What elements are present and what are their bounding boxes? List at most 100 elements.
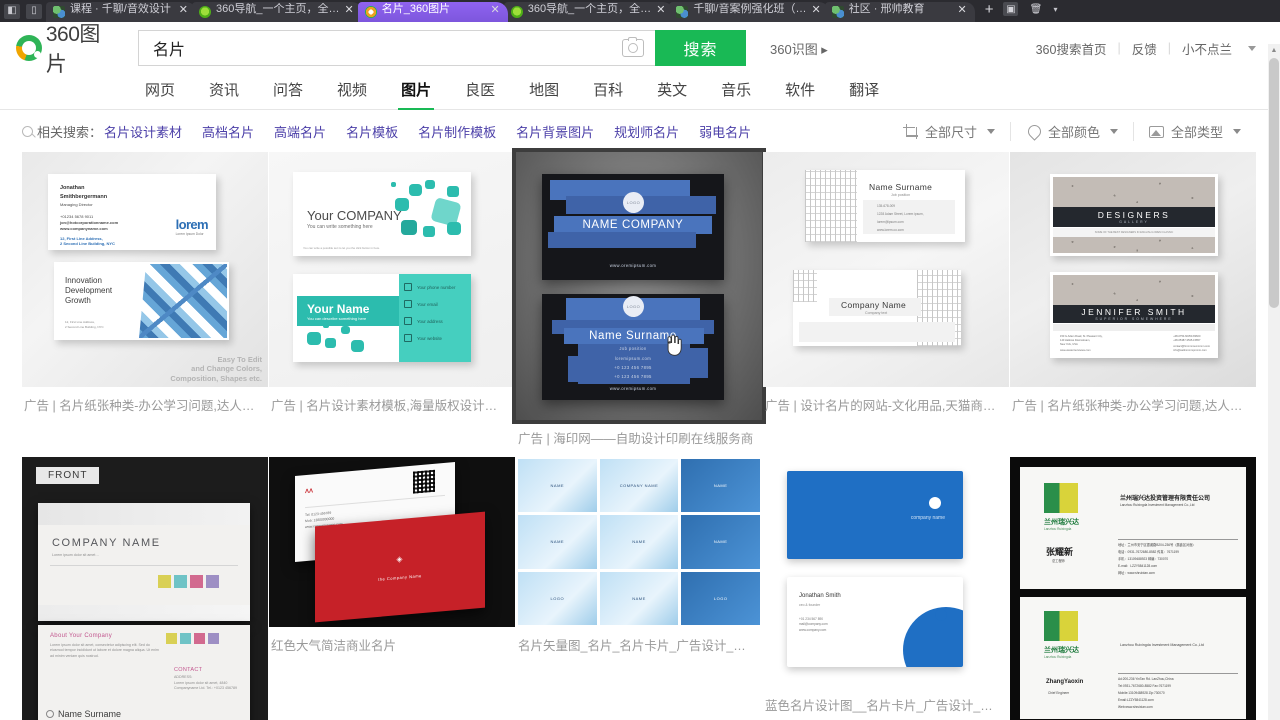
thumbnail-image[interactable]: NAMECOMPANY NAMENAMENAMENAMENAMELOGONAME… [516, 457, 762, 627]
result-caption[interactable]: 广告 | 名片设计素材模板,海量版权设计… [269, 387, 515, 424]
result-card-selected[interactable]: LOGO NAME COMPANY www.oremipsum.com [516, 152, 762, 457]
search-button[interactable]: 搜索 [655, 30, 746, 66]
result-card[interactable]: company name Jonathan Smith ceo & founde… [763, 457, 1009, 720]
header-link-user[interactable]: 小不点兰 [1171, 39, 1243, 58]
close-icon[interactable]: ✕ [344, 3, 353, 16]
close-icon[interactable]: ✕ [811, 3, 820, 16]
tab-favicon-icon [199, 6, 211, 18]
result-card[interactable]: ΛΛ Tel: 0123-456789Mob: 13800000000www.c… [269, 457, 515, 720]
related-search-link[interactable]: 规划师名片 [614, 125, 679, 140]
chevron-down-icon[interactable]: ▾ [1053, 5, 1057, 14]
result-card[interactable]: NAMECOMPANY NAMENAMENAMENAMENAMELOGONAME… [516, 457, 762, 720]
artwork-card-en: 兰州瑞兴达 Lanzhou Ruixingda Lanzhou Ruixingd… [1020, 597, 1246, 719]
related-search-link[interactable]: 高档名片 [202, 125, 254, 140]
thumbnail-frame[interactable]: 兰州瑞兴达 Lanzhou Ruixingda 兰州瑞兴达投资管理有限责任公司 … [1010, 457, 1256, 720]
site-logo[interactable]: 360图片 [16, 18, 120, 78]
result-caption[interactable]: 名片矢量图_名片_名片卡片_广告设计_… [516, 627, 762, 664]
artwork-contact-title: CONTACT [174, 667, 202, 673]
nav-tab-4[interactable]: 图片 [384, 79, 448, 109]
thumbnail-frame[interactable]: Jonathan Smithbergermann Managing Direct… [22, 152, 268, 387]
close-icon[interactable]: ✕ [656, 3, 665, 16]
browser-tab[interactable]: 名片_360图片✕ [358, 2, 508, 22]
new-tab-button[interactable]: + [985, 2, 994, 17]
nav-tab-7[interactable]: 百科 [576, 79, 640, 109]
image-recognition-link[interactable]: 360识图 ▸ [770, 39, 828, 58]
nav-tab-6[interactable]: 地图 [512, 79, 576, 109]
browser-tab[interactable]: 360导航_一个主页，全…✕ [504, 2, 674, 22]
chevron-down-icon [987, 129, 995, 134]
related-search-link[interactable]: 名片模板 [346, 125, 398, 140]
artwork-slogan-1: Easy To Edit [170, 355, 262, 364]
filter-color-label: 全部颜色 [1048, 122, 1100, 141]
result-caption[interactable]: 广告 | 名片纸张种类-办公学习问题,达人… [22, 387, 268, 424]
artwork-name-band: JENNIFER SMITH SUPERIOR SOMEWHERE [1053, 305, 1215, 323]
result-caption[interactable]: 蓝色名片设计图__名片卡片_广告设计_… [763, 687, 1009, 720]
artwork-email: lorem@ipsum.com [877, 220, 904, 224]
result-card[interactable]: 兰州瑞兴达 Lanzhou Ruixingda 兰州瑞兴达投资管理有限责任公司 … [1010, 457, 1256, 720]
bookmark-icon[interactable]: ▯ [26, 4, 42, 19]
browser-tab[interactable]: 360导航_一个主页，全…✕ [192, 2, 362, 22]
result-caption[interactable]: 广告 | 设计名片的网站-文化用品,天猫商… [763, 387, 1009, 424]
related-search-link[interactable]: 名片背景图片 [516, 125, 594, 140]
thumbnail-image[interactable]: Your COMPANY You can write something her… [269, 152, 515, 387]
filter-color[interactable]: 全部颜色 [1010, 122, 1133, 141]
result-caption[interactable]: 广告 | 名片纸张种类-办公学习问题,达人… [1010, 387, 1256, 424]
nav-tab-0[interactable]: 网页 [128, 79, 192, 109]
nav-tab-5[interactable]: 良医 [448, 79, 512, 109]
nav-tab-11[interactable]: 翻译 [832, 79, 896, 109]
nav-tab-2[interactable]: 问答 [256, 79, 320, 109]
nav-tab-1[interactable]: 资讯 [192, 79, 256, 109]
related-search-link[interactable]: 弱电名片 [699, 125, 751, 140]
thumbnail-image[interactable]: Name Surname Job position 135-678-009 12… [763, 152, 1009, 387]
thumbnail-frame[interactable]: NAMECOMPANY NAMENAMENAMENAMENAMELOGONAME… [516, 457, 762, 627]
artwork-tagline: SOME OF THE BEST DESIGNERS IN ENGLISH LO… [1053, 228, 1215, 237]
nav-tab-8[interactable]: 英文 [640, 79, 704, 109]
close-icon[interactable]: ✕ [179, 3, 188, 16]
thumbnail-image[interactable]: 兰州瑞兴达 Lanzhou Ruixingda 兰州瑞兴达投资管理有限责任公司 … [1010, 457, 1256, 720]
browser-tab[interactable]: 社区 · 邢帅教育✕ [825, 2, 975, 22]
thumbnail-frame[interactable]: FRONT COMPANY NAME Lorem ipsum dolor sit… [22, 457, 268, 720]
thumbnail-image[interactable]: FRONT COMPANY NAME Lorem ipsum dolor sit… [22, 457, 268, 720]
thumbnail-frame[interactable]: DESIGNERS GALLERY SOME OF THE BEST DESIG… [1010, 152, 1256, 387]
artwork-logo-cn: 兰州瑞兴达 [1044, 517, 1079, 527]
header-link-home[interactable]: 360搜索首页 [1025, 39, 1118, 58]
camera-icon[interactable] [622, 39, 644, 57]
close-icon[interactable]: ✕ [957, 3, 966, 16]
thumbnail-frame[interactable]: ΛΛ Tel: 0123-456789Mob: 13800000000www.c… [269, 457, 515, 627]
result-card[interactable]: DESIGNERS GALLERY SOME OF THE BEST DESIG… [1010, 152, 1256, 457]
thumbnail-frame[interactable]: Name Surname Job position 135-678-009 12… [763, 152, 1009, 387]
thumbnail-image[interactable]: Jonathan Smithbergermann Managing Direct… [22, 152, 268, 387]
trash-icon[interactable]: 🗑 [1028, 2, 1043, 16]
search-input[interactable] [153, 31, 622, 65]
result-caption[interactable]: 广告 | 海印网——自助设计印刷在线服务商 [516, 420, 762, 457]
filter-type[interactable]: 全部类型 [1133, 122, 1256, 141]
result-card[interactable]: Name Surname Job position 135-678-009 12… [763, 152, 1009, 457]
page-scrollbar[interactable]: ▲ ▼ [1268, 44, 1280, 720]
chevron-down-icon[interactable] [1248, 46, 1256, 51]
close-icon[interactable]: ✕ [490, 3, 499, 16]
back-arrow-icon[interactable]: ◧ [4, 4, 20, 19]
result-card[interactable]: Jonathan Smithbergermann Managing Direct… [22, 152, 268, 457]
thumbnail-frame[interactable]: LOGO NAME COMPANY www.oremipsum.com [516, 152, 762, 420]
related-search-link[interactable]: 高端名片 [274, 125, 326, 140]
scroll-up-arrow[interactable]: ▲ [1268, 44, 1280, 56]
result-card[interactable]: Your COMPANY You can write something her… [269, 152, 515, 457]
result-caption[interactable]: 红色大气简洁商业名片 [269, 627, 515, 664]
browser-tab[interactable]: 千聊/音案例强化班（…✕ [669, 2, 828, 22]
nav-tab-9[interactable]: 音乐 [704, 79, 768, 109]
header-link-feedback[interactable]: 反馈 [1121, 39, 1168, 58]
related-search-link[interactable]: 名片设计素材 [104, 125, 182, 140]
related-search-link[interactable]: 名片制作模板 [418, 125, 496, 140]
filter-size[interactable]: 全部尺寸 [888, 122, 1010, 141]
thumbnail-frame[interactable]: Your COMPANY You can write something her… [269, 152, 515, 387]
thumbnail-image[interactable]: ΛΛ Tel: 0123-456789Mob: 13800000000www.c… [269, 457, 515, 627]
thumbnail-image[interactable]: company name Jonathan Smith ceo & founde… [763, 457, 1009, 687]
nav-tab-3[interactable]: 视频 [320, 79, 384, 109]
thumbnail-image[interactable]: LOGO NAME COMPANY www.oremipsum.com [516, 152, 762, 420]
scrollbar-thumb[interactable] [1269, 58, 1279, 308]
thumbnail-frame[interactable]: company name Jonathan Smith ceo & founde… [763, 457, 1009, 687]
thumbnail-image[interactable]: DESIGNERS GALLERY SOME OF THE BEST DESIG… [1010, 152, 1256, 387]
nav-tab-10[interactable]: 软件 [768, 79, 832, 109]
result-card[interactable]: FRONT COMPANY NAME Lorem ipsum dolor sit… [22, 457, 268, 720]
restore-window-icon[interactable]: ▣ [1003, 2, 1018, 16]
